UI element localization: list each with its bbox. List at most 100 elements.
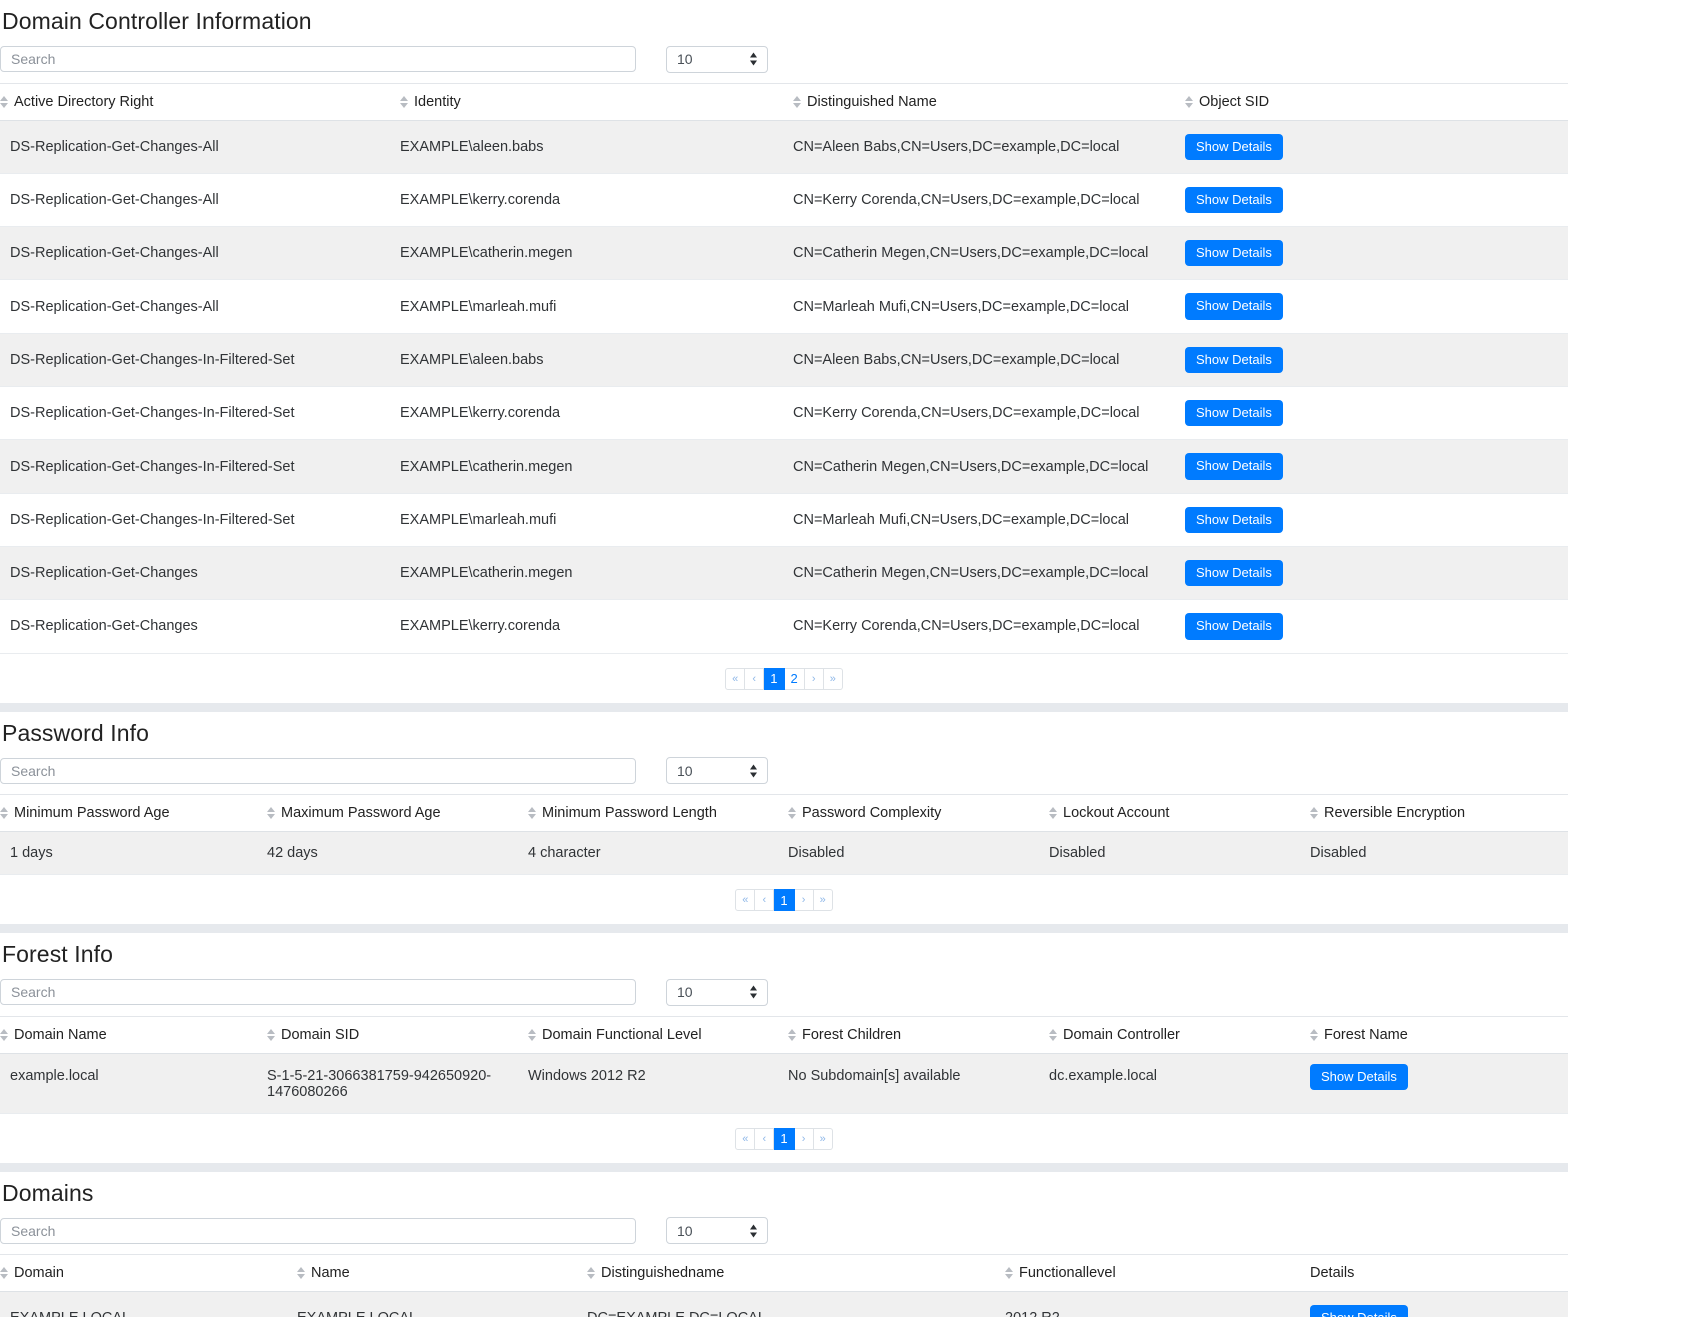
pagination-prev[interactable]: ‹ (755, 889, 775, 912)
column-label: Domain Controller (1063, 1026, 1180, 1043)
column-header-domain-functional-level[interactable]: Domain Functional Level (528, 1015, 788, 1054)
cell-distinguished-name: CN=Catherin Megen,CN=Users,DC=example,DC… (793, 439, 1185, 494)
table-row: DS-Replication-Get-Changes-In-Filtered-S… (0, 386, 1568, 441)
cell-details: Show Details (1310, 1291, 1568, 1317)
table-controls-domains: 10 (0, 1213, 1568, 1254)
show-details-button[interactable]: Show Details (1310, 1063, 1408, 1091)
column-label: Distinguishedname (601, 1265, 725, 1282)
column-header-object-sid[interactable]: Object SID (1185, 82, 1568, 121)
table-header-row: Active Directory Right Identity Distingu… (0, 82, 1568, 121)
sort-icon (0, 95, 9, 109)
pagination-next[interactable]: › (794, 889, 814, 912)
cell-domain: EXAMPLE.LOCAL (0, 1291, 297, 1317)
page-length-select[interactable]: 10 (666, 978, 768, 1006)
pagination-first[interactable]: « (735, 889, 756, 912)
cell-distinguished-name: CN=Marleah Mufi,CN=Users,DC=example,DC=l… (793, 279, 1185, 334)
cell-active-directory-right: DS-Replication-Get-Changes-All (0, 120, 400, 174)
panel-forest-info: Forest Info 10 Domain Name (0, 933, 1568, 1163)
pagination-first[interactable]: « (725, 667, 746, 690)
column-header-minimum-password-length[interactable]: Minimum Password Length (528, 794, 788, 833)
pagination-page-1[interactable]: 1 (774, 889, 795, 912)
table-row: DS-Replication-Get-Changes-In-Filtered-S… (0, 439, 1568, 494)
pagination-prev[interactable]: ‹ (755, 1127, 775, 1150)
pagination-prev[interactable]: ‹ (745, 667, 765, 690)
cell-forest-children: No Subdomain[s] available (788, 1053, 1049, 1114)
column-label: Domain Name (14, 1026, 107, 1043)
show-details-button[interactable]: Show Details (1185, 133, 1283, 160)
pagination-last[interactable]: » (813, 1127, 833, 1150)
pagination-page-2[interactable]: 2 (784, 667, 805, 690)
column-header-domain-name[interactable]: Domain Name (0, 1015, 267, 1054)
column-label: Domain Functional Level (542, 1026, 702, 1043)
show-details-button[interactable]: Show Details (1310, 1305, 1408, 1317)
column-label: Minimum Password Age (14, 805, 170, 822)
cell-minimum-password-length: 4 character (528, 831, 788, 876)
table-password-info: Minimum Password Age Maximum Password Ag… (0, 794, 1568, 876)
search-input[interactable] (0, 757, 636, 784)
table-domain-controller: Active Directory Right Identity Distingu… (0, 82, 1568, 654)
column-header-reversible-encryption[interactable]: Reversible Encryption (1310, 794, 1568, 833)
pagination-next[interactable]: › (804, 667, 824, 690)
show-details-button[interactable]: Show Details (1185, 506, 1283, 533)
show-details-button[interactable]: Show Details (1185, 346, 1283, 374)
column-header-details: Details (1310, 1254, 1568, 1293)
cell-identity: EXAMPLE\kerry.corenda (400, 386, 793, 441)
show-details-button[interactable]: Show Details (1185, 613, 1283, 640)
pagination-first[interactable]: « (735, 1127, 756, 1150)
table-header-row: Minimum Password Age Maximum Password Ag… (0, 794, 1568, 833)
search-input[interactable] (0, 1217, 636, 1244)
cell-object-sid: Show Details (1185, 599, 1568, 654)
cell-forest-name: Show Details (1310, 1053, 1568, 1114)
page-length-select[interactable]: 10 (666, 1217, 768, 1245)
cell-active-directory-right: DS-Replication-Get-Changes-All (0, 279, 400, 334)
pagination-page-1[interactable]: 1 (774, 1127, 795, 1150)
column-label: Lockout Account (1063, 805, 1170, 822)
column-header-distinguishedname[interactable]: Distinguishedname (587, 1254, 1005, 1293)
show-details-button[interactable]: Show Details (1185, 293, 1283, 320)
column-header-identity[interactable]: Identity (400, 82, 793, 121)
cell-object-sid: Show Details (1185, 439, 1568, 494)
column-header-maximum-password-age[interactable]: Maximum Password Age (267, 794, 528, 833)
column-header-name[interactable]: Name (297, 1254, 587, 1293)
column-header-domain-controller[interactable]: Domain Controller (1049, 1015, 1310, 1054)
cell-domain-sid: S-1-5-21-3066381759-942650920-1476080266 (267, 1053, 528, 1114)
column-header-functionallevel[interactable]: Functionallevel (1005, 1254, 1310, 1293)
column-header-minimum-password-age[interactable]: Minimum Password Age (0, 794, 267, 833)
search-input[interactable] (0, 46, 636, 73)
column-header-password-complexity[interactable]: Password Complexity (788, 794, 1049, 833)
pagination-next[interactable]: › (794, 1127, 814, 1150)
pagination-last[interactable]: » (823, 667, 843, 690)
column-header-domain-sid[interactable]: Domain SID (267, 1015, 528, 1054)
table-body: 1 days 42 days 4 character Disabled Disa… (0, 831, 1568, 876)
pagination-page-1[interactable]: 1 (764, 667, 785, 690)
search-input[interactable] (0, 979, 636, 1006)
show-details-button[interactable]: Show Details (1185, 186, 1283, 214)
table-head: Domain Name Distinguishedname Functional… (0, 1254, 1568, 1293)
column-header-forest-name[interactable]: Forest Name (1310, 1015, 1568, 1054)
page-length-value: 10 (677, 762, 693, 779)
column-header-domain[interactable]: Domain (0, 1254, 297, 1293)
pagination-forest-info: « ‹ 1 › » (0, 1113, 1568, 1163)
table-body: example.local S-1-5-21-3066381759-942650… (0, 1053, 1568, 1114)
show-details-button[interactable]: Show Details (1185, 400, 1283, 427)
column-header-active-directory-right[interactable]: Active Directory Right (0, 82, 400, 121)
table-controls-forest-info: 10 (0, 975, 1568, 1016)
show-details-button[interactable]: Show Details (1185, 453, 1283, 480)
chevron-updown-icon (749, 52, 758, 67)
sort-icon (793, 95, 802, 109)
sort-icon (528, 806, 537, 820)
column-header-distinguished-name[interactable]: Distinguished Name (793, 82, 1185, 121)
cell-distinguished-name: CN=Kerry Corenda,CN=Users,DC=example,DC=… (793, 386, 1185, 441)
cell-domain-controller: dc.example.local (1049, 1053, 1310, 1114)
show-details-button[interactable]: Show Details (1185, 559, 1283, 587)
column-header-lockout-account[interactable]: Lockout Account (1049, 794, 1310, 833)
show-details-button[interactable]: Show Details (1185, 240, 1283, 267)
page-length-select[interactable]: 10 (666, 757, 768, 785)
cell-object-sid: Show Details (1185, 333, 1568, 388)
sort-icon (587, 1266, 596, 1280)
column-label: Maximum Password Age (281, 805, 441, 822)
pagination-last[interactable]: » (813, 889, 833, 912)
column-header-forest-children[interactable]: Forest Children (788, 1015, 1049, 1054)
page-length-select[interactable]: 10 (666, 45, 768, 73)
page-root: Domain Controller Information 10 (0, 0, 1681, 1317)
